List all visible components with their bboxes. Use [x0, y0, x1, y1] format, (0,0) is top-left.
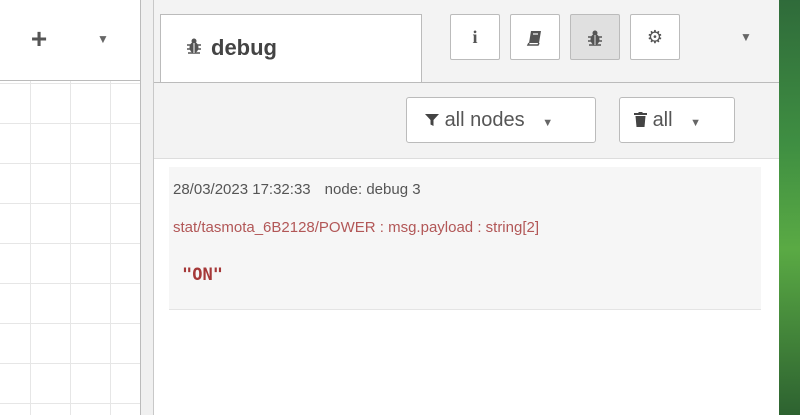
bug-icon [185, 37, 203, 60]
book-icon [526, 27, 544, 47]
sidebar-splitter[interactable] [141, 0, 154, 415]
bug-icon [586, 27, 604, 47]
message-meta: 28/03/2023 17:32:33 node: debug 3 [173, 181, 421, 198]
workspace-menu-button[interactable]: ▼ [88, 22, 118, 56]
info-button[interactable]: i [450, 14, 500, 60]
filter-nodes-label: all nodes [444, 109, 525, 131]
desktop-background [779, 0, 800, 415]
workspace-tab-bar: + ▼ [0, 0, 140, 81]
config-button[interactable]: ⚙ [630, 14, 680, 60]
sidebar: debug i ⚙ ▼ all nodes ▼ all ▼ 28/03/2023… [154, 0, 779, 415]
workspace: + ▼ [0, 0, 141, 415]
info-icon: i [472, 27, 478, 47]
tab-debug-label: debug [211, 35, 277, 60]
workspace-canvas[interactable] [0, 81, 140, 415]
debug-panel-button[interactable] [570, 14, 620, 60]
help-button[interactable] [510, 14, 560, 60]
filter-nodes-dropdown[interactable]: all nodes ▼ [406, 97, 596, 143]
chevron-down-icon: ▼ [97, 32, 109, 46]
message-node-link[interactable]: node: debug 3 [325, 181, 421, 198]
tab-debug[interactable]: debug [160, 14, 422, 82]
sidebar-tab-bar: debug i ⚙ ▼ [154, 0, 779, 83]
message-timestamp: 28/03/2023 17:32:33 [173, 181, 311, 198]
message-topic: stat/tasmota_6B2128/POWER : msg.payload … [173, 219, 540, 236]
chevron-down-icon: ▼ [542, 117, 554, 129]
filter-icon [425, 109, 445, 131]
gear-icon: ⚙ [646, 27, 664, 47]
clear-messages-dropdown[interactable]: all ▼ [619, 97, 735, 143]
chevron-down-icon: ▼ [740, 30, 752, 44]
clear-all-label: all [652, 109, 673, 131]
debug-message[interactable]: 28/03/2023 17:32:33 node: debug 3 stat/ta… [169, 167, 761, 310]
trash-icon [634, 109, 653, 131]
message-payload[interactable]: "ON" [182, 265, 223, 285]
debug-message-list[interactable]: 28/03/2023 17:32:33 node: debug 3 stat/ta… [154, 159, 779, 415]
chevron-down-icon: ▼ [690, 117, 702, 129]
add-flow-button[interactable]: + [24, 22, 54, 56]
sidebar-menu-button[interactable]: ▼ [732, 14, 760, 60]
plus-icon: + [30, 23, 48, 54]
debug-filter-toolbar: all nodes ▼ all ▼ [154, 83, 779, 159]
